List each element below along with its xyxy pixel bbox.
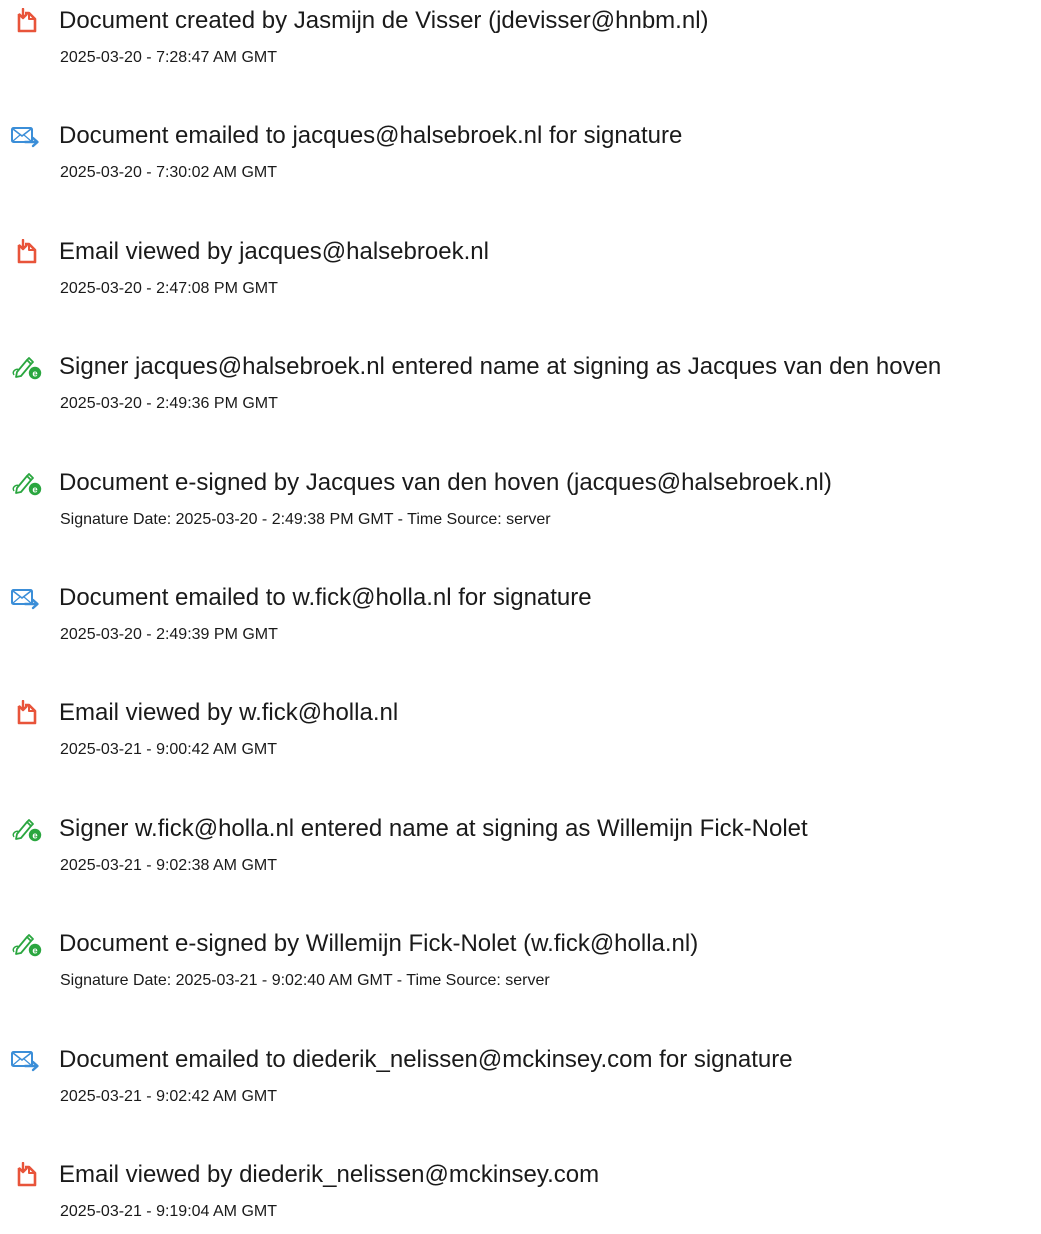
svg-text:e: e [32,831,37,842]
audit-event: Document emailed to diederik_nelissen@mc… [0,1039,1041,1119]
event-timestamp: 2025-03-20 - 2:47:08 PM GMT [60,280,278,297]
event-title: Email viewed by jacques@halsebroek.nl [59,238,489,265]
svg-text:e: e [32,485,37,496]
event-title: Email viewed by w.fick@holla.nl [59,699,399,726]
event-timestamp: 2025-03-20 - 7:30:02 AM GMT [60,164,277,181]
event-title: Email viewed by diederik_nelissen@mckins… [59,1161,600,1188]
svg-text:e: e [32,369,37,380]
event-title: Document emailed to diederik_nelissen@mc… [59,1046,793,1073]
email-sent-icon [10,587,48,611]
audit-event: Email viewed by w.fick@holla.nl 2025-03-2… [0,692,1041,772]
event-title: Signer jacques@halsebroek.nl entered nam… [59,353,942,380]
event-timestamp: 2025-03-21 - 9:02:42 AM GMT [60,1088,277,1105]
svg-text:e: e [32,946,37,957]
email-sent-icon [10,125,48,149]
event-title: Document e-signed by Willemijn Fick-Nole… [59,930,699,957]
event-title: Document e-signed by Jacques van den hov… [59,469,832,496]
audit-event: e Signer w.fick@holla.nl entered name at… [0,808,1041,888]
esign-pen-icon: e [10,354,48,380]
event-timestamp: 2025-03-20 - 2:49:36 PM GMT [60,395,278,412]
audit-event: Document emailed to jacques@halsebroek.n… [0,115,1041,195]
email-sent-icon [10,1049,48,1073]
event-timestamp: Signature Date: 2025-03-21 - 9:02:40 AM … [60,972,550,989]
document-icon [14,1162,52,1187]
event-title: Document emailed to jacques@halsebroek.n… [59,122,683,149]
audit-event: Document emailed to w.fick@holla.nl for … [0,577,1041,657]
audit-event: e Signer jacques@halsebroek.nl entered n… [0,346,1041,426]
esign-pen-icon: e [10,470,48,496]
event-title: Document created by Jasmijn de Visser (j… [59,7,709,34]
event-timestamp: 2025-03-20 - 2:49:39 PM GMT [60,626,278,643]
event-timestamp: Signature Date: 2025-03-20 - 2:49:38 PM … [60,511,551,528]
audit-event: Document created by Jasmijn de Visser (j… [0,0,1041,80]
event-timestamp: 2025-03-21 - 9:02:38 AM GMT [60,857,277,874]
event-timestamp: 2025-03-21 - 9:00:42 AM GMT [60,741,277,758]
audit-event: Email viewed by diederik_nelissen@mckins… [0,1154,1041,1234]
event-timestamp: 2025-03-20 - 7:28:47 AM GMT [60,49,277,66]
audit-event: e Document e-signed by Jacques van den h… [0,462,1041,542]
event-timestamp: 2025-03-21 - 9:19:04 AM GMT [60,1203,277,1220]
event-title: Document emailed to w.fick@holla.nl for … [59,584,592,611]
esign-pen-icon: e [10,816,48,842]
document-icon [14,700,52,725]
document-icon [14,8,52,33]
audit-event: e Document e-signed by Willemijn Fick-No… [0,923,1041,1003]
esign-pen-icon: e [10,931,48,957]
event-title: Signer w.fick@holla.nl entered name at s… [59,815,808,842]
audit-event: Email viewed by jacques@halsebroek.nl 202… [0,231,1041,311]
document-icon [14,239,52,264]
